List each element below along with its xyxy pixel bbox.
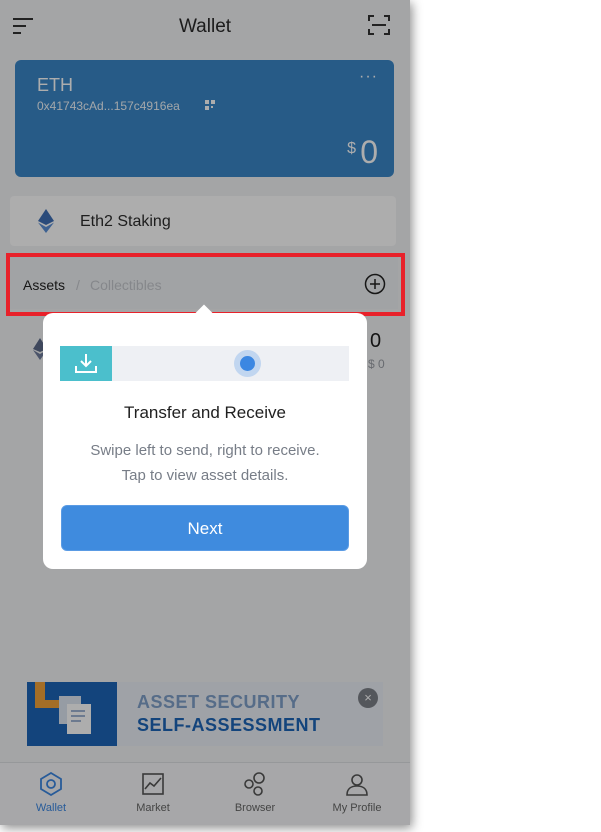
next-button[interactable]: Next bbox=[61, 505, 349, 551]
popup-desc-line2: Tap to view asset details. bbox=[121, 467, 289, 484]
swipe-demo-slider bbox=[60, 346, 349, 381]
download-icon bbox=[75, 354, 97, 373]
popup-title: Transfer and Receive bbox=[124, 403, 286, 422]
onboarding-popup: Transfer and Receive Swipe left to send,… bbox=[43, 304, 367, 569]
popup-desc-line1: Swipe left to send, right to receive. bbox=[90, 442, 320, 459]
popup-description: Swipe left to send, right to receive. Ta… bbox=[43, 438, 367, 488]
phone-screen: Wallet ETH 0x41743cAd...157c4916ea ··· $… bbox=[0, 0, 410, 825]
receive-area bbox=[60, 346, 112, 381]
slider-knob bbox=[240, 356, 255, 371]
